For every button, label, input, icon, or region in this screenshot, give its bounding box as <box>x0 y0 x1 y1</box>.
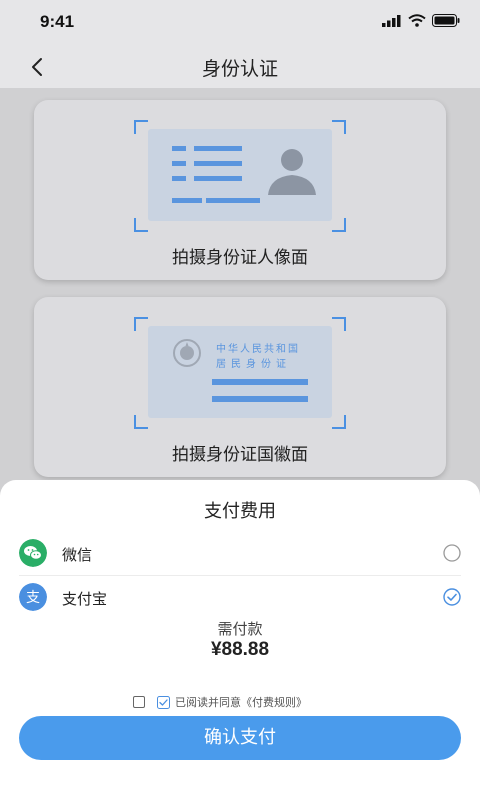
id-back-label: 拍摄身份证国徽面 <box>172 445 308 465</box>
id-front-label: 拍摄身份证人像面 <box>172 248 308 268</box>
id-emblem-illustration: 中华人民共和国 居民身份证 <box>148 326 332 418</box>
confirm-payment-button[interactable]: 确认支付 <box>19 716 461 760</box>
national-emblem-icon <box>173 339 201 367</box>
nav-bar: 身份认证 <box>0 44 480 88</box>
agreement-text[interactable]: 已阅读并同意《付费规则》 <box>175 694 307 710</box>
agreement-row: 已阅读并同意《付费规则》 <box>133 694 307 710</box>
person-icon <box>268 149 316 195</box>
svg-text:支: 支 <box>26 590 40 606</box>
payment-title: 支付费用 <box>204 501 276 522</box>
page-title: 身份认证 <box>201 58 278 80</box>
payment-sheet: 支付费用 微信 支 支付宝 需付款 ¥88.88 已阅读并同意《付费规则》 确认… <box>0 480 480 800</box>
id-front-card[interactable]: 拍摄身份证人像面 <box>34 100 446 280</box>
wechat-label: 微信 <box>62 546 93 564</box>
alipay-label: 支付宝 <box>62 590 108 608</box>
payment-option-wechat[interactable]: 微信 <box>0 532 480 574</box>
agreement-check-icon[interactable] <box>157 695 170 709</box>
id-portrait-illustration <box>148 129 332 221</box>
status-time: 9:41 <box>40 12 75 31</box>
amount-value: ¥88.88 <box>210 639 270 660</box>
scan-frame <box>134 120 346 232</box>
battery-icon <box>432 14 460 27</box>
amount-label: 需付款 <box>217 620 263 638</box>
id-card-text: 居民身份证 <box>216 359 291 370</box>
wechat-icon <box>19 539 47 567</box>
radio-checked-icon[interactable] <box>443 588 461 606</box>
id-back-card[interactable]: 中华人民共和国 居民身份证 拍摄身份证国徽面 <box>34 297 446 477</box>
id-country-text: 中华人民共和国 <box>216 344 300 355</box>
status-bar: 9:41 <box>0 0 480 44</box>
signal-icon <box>382 14 401 27</box>
alipay-icon: 支 <box>19 583 47 611</box>
agreement-checkbox[interactable] <box>133 696 145 708</box>
scan-frame: 中华人民共和国 居民身份证 <box>134 317 346 429</box>
radio-unchecked-icon[interactable] <box>443 544 461 562</box>
wifi-icon <box>408 14 426 27</box>
status-icons <box>382 14 460 27</box>
payment-option-alipay[interactable]: 支 支付宝 <box>0 576 480 618</box>
